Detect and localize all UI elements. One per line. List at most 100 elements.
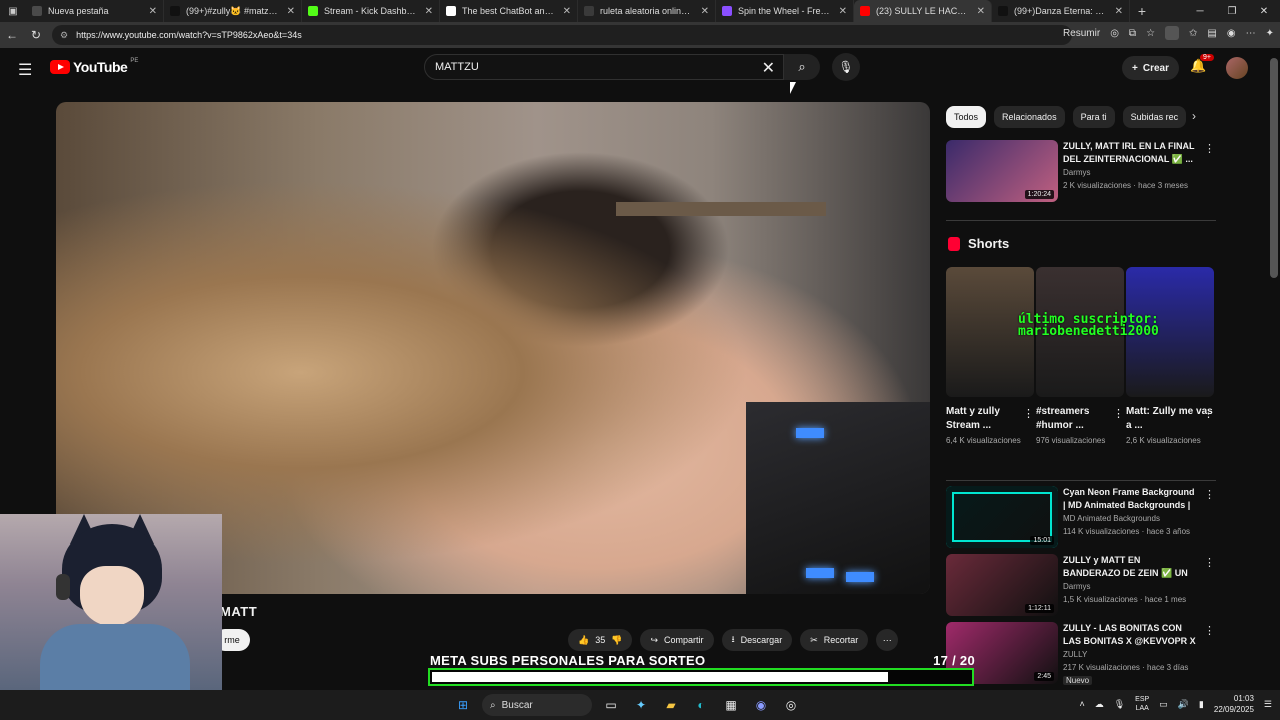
chevron-right-icon[interactable]: › [1192, 109, 1196, 123]
short-item[interactable]: Matt: Zully me vas a ... 2,6 K visualizac… [1126, 267, 1214, 447]
close-tab-icon[interactable]: ✕ [425, 6, 433, 17]
read-aloud-icon[interactable]: ◎ [1110, 28, 1119, 39]
short-item[interactable]: #streamers #humor ... 976 visualizaciones… [1036, 267, 1124, 447]
copilot-icon[interactable]: ✦ [1266, 28, 1274, 39]
battery-icon[interactable]: ▮ [1199, 699, 1204, 710]
short-title[interactable]: #streamers #humor ... [1036, 405, 1124, 433]
split-screen-icon[interactable]: ⧉ [1129, 28, 1136, 39]
chevron-up-icon[interactable]: ˄ [1079, 699, 1084, 709]
filter-chip[interactable]: Todos [946, 106, 987, 128]
rec-title[interactable]: ZULLY - LAS BONITAS CON LAS BONITAS X @K… [1063, 622, 1199, 649]
download-button[interactable]: ⭳ Descargar [721, 629, 793, 651]
filter-chip[interactable]: Subidas rec [1122, 106, 1187, 128]
favorite-star-icon[interactable]: ☆ [1146, 28, 1155, 39]
clear-search-icon[interactable]: ✕ [762, 58, 775, 78]
task-view-icon[interactable]: ▭ [600, 694, 622, 716]
browser-tab[interactable]: The best ChatBot and Widg... ✕ [440, 0, 578, 22]
kebab-menu-icon[interactable]: ⋮ [1204, 142, 1215, 155]
notification-center-icon[interactable]: ☰ [1264, 699, 1272, 710]
close-tab-icon[interactable]: ✕ [701, 6, 709, 17]
more-icon[interactable]: ⋯ [1246, 28, 1256, 39]
menu-icon[interactable]: ☰ [18, 60, 32, 80]
window-menu-icon[interactable]: ▣ [0, 0, 26, 22]
rec-title[interactable]: Cyan Neon Frame Background | MD Animated… [1063, 486, 1199, 513]
browser-tab[interactable]: Spin the Wheel - Free and ... ✕ [716, 0, 854, 22]
obs-icon[interactable]: ◎ [780, 694, 802, 716]
kebab-menu-icon[interactable]: ⋮ [1023, 407, 1034, 420]
kebab-menu-icon[interactable]: ⋮ [1204, 556, 1215, 569]
refresh-icon[interactable]: ↻ [24, 28, 48, 42]
windows-start-icon[interactable]: ⊞ [452, 694, 474, 716]
list-item[interactable]: 2:45 ZULLY - LAS BONITAS CON LAS BONITAS … [946, 622, 1216, 686]
list-item[interactable]: 15:01 Cyan Neon Frame Background | MD Ani… [946, 486, 1216, 550]
file-explorer-icon[interactable]: ▰ [660, 694, 682, 716]
short-title[interactable]: Matt: Zully me vas a ... [1126, 405, 1214, 433]
edge-icon[interactable]: ◐ [690, 694, 712, 716]
rec-channel[interactable]: ZULLY [1063, 650, 1087, 659]
browser-tab[interactable]: (99+)Danza Eterna: Movim... ✕ [992, 0, 1130, 22]
rec-channel[interactable]: MD Animated Backgrounds [1063, 514, 1160, 523]
share-button[interactable]: ↪ Compartir [640, 629, 714, 651]
favorites-icon[interactable]: ✩ [1189, 28, 1197, 39]
kebab-menu-icon[interactable]: ⋮ [1113, 407, 1124, 420]
clock[interactable]: 01:03 22/09/2025 [1214, 693, 1254, 715]
rec-channel[interactable]: Darmys [1063, 168, 1091, 177]
close-tab-icon[interactable]: ✕ [149, 6, 157, 17]
restore-icon[interactable]: ❐ [1216, 0, 1248, 22]
create-button[interactable]: + Crear [1122, 56, 1179, 80]
rec-thumbnail[interactable]: 1:20:24 [946, 140, 1058, 202]
kebab-menu-icon[interactable]: ⋮ [1203, 407, 1214, 420]
youtube-logo[interactable]: YouTube PE [50, 58, 138, 75]
collections-icon[interactable]: ▤ [1207, 28, 1216, 39]
url-field[interactable]: ⚙ https://www.youtube.com/watch?v=sTP986… [52, 25, 1072, 45]
close-tab-icon[interactable]: ✕ [1115, 6, 1123, 17]
site-info-icon[interactable]: ⚙ [60, 30, 68, 41]
browser-tab[interactable]: (99+)#zully🐱 #matzully #... ✕ [164, 0, 302, 22]
search-button[interactable]: ⌕ [784, 54, 820, 80]
back-icon[interactable]: ← [0, 28, 24, 42]
more-actions-button[interactable]: ⋯ [876, 629, 899, 651]
resume-button[interactable]: Resumir [1063, 28, 1100, 39]
clip-button[interactable]: ✂ Recortar [800, 629, 869, 651]
extension-icon[interactable] [1165, 26, 1180, 40]
rec-channel[interactable]: Darmys [1063, 582, 1091, 591]
browser-tab[interactable]: (23) SULLY LE HACE BA... ✕ [854, 0, 992, 22]
avatar[interactable] [1226, 57, 1248, 79]
filter-chip[interactable]: Para ti [1072, 106, 1115, 128]
short-title[interactable]: Matt y zully Stream ... [946, 405, 1034, 433]
filter-chip[interactable]: Relacionados [994, 106, 1065, 128]
like-button[interactable]: 👍 35 👎 [568, 629, 633, 651]
language-indicator[interactable]: ESP LAA [1135, 695, 1149, 713]
network-icon[interactable]: ▭ [1159, 699, 1168, 710]
cloud-icon[interactable]: ☁ [1095, 699, 1104, 710]
rec-title[interactable]: ZULLY, MATT IRL EN LA FINAL DEL ZEINTERN… [1063, 140, 1199, 166]
close-window-icon[interactable]: ✕ [1248, 0, 1280, 22]
thumbs-down-icon[interactable]: 👎 [611, 635, 622, 646]
browser-tab[interactable]: ruleta aleatoria online - Bú... ✕ [578, 0, 716, 22]
list-item[interactable]: 1:12:11 ZULLY y MATT EN BANDERAZO DE ZEIN… [946, 554, 1216, 618]
close-tab-icon[interactable]: ✕ [563, 6, 571, 17]
browser-tab[interactable]: Stream - Kick Dashboard ✕ [302, 0, 440, 22]
list-item[interactable]: 1:20:24 ZULLY, MATT IRL EN LA FINAL DEL … [946, 140, 1216, 204]
minimize-icon[interactable]: ─ [1184, 0, 1216, 22]
copilot-taskbar-icon[interactable]: ✦ [630, 694, 652, 716]
close-tab-icon[interactable]: ✕ [287, 6, 295, 17]
kebab-menu-icon[interactable]: ⋮ [1204, 624, 1215, 637]
volume-icon[interactable]: 🔊 [1178, 699, 1189, 710]
taskbar-search[interactable]: ⌕ Buscar [482, 694, 592, 716]
rec-thumbnail[interactable]: 1:12:11 [946, 554, 1058, 616]
rec-thumbnail[interactable]: 15:01 [946, 486, 1058, 548]
browser-tab[interactable]: Nueva pestaña ✕ [26, 0, 164, 22]
profile-icon[interactable]: ◉ [1227, 28, 1236, 39]
store-icon[interactable]: ▦ [720, 694, 742, 716]
close-tab-icon[interactable]: ✕ [839, 6, 847, 17]
discord-icon[interactable]: ◉ [750, 694, 772, 716]
close-tab-icon[interactable]: ✕ [977, 6, 985, 17]
kebab-menu-icon[interactable]: ⋮ [1204, 488, 1215, 501]
voice-search-button[interactable]: 🎙 [832, 53, 860, 81]
page-scrollbar[interactable] [1270, 58, 1278, 278]
mic-tray-icon[interactable]: 🎙 [1114, 699, 1125, 710]
rec-title[interactable]: ZULLY y MATT EN BANDERAZO DE ZEIN ✅ UN B… [1063, 554, 1199, 581]
short-item[interactable]: Matt y zully Stream ... 6,4 K visualizaci… [946, 267, 1034, 447]
search-input[interactable]: MATTZU ✕ [424, 54, 784, 80]
